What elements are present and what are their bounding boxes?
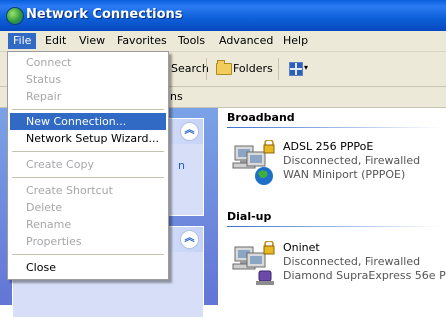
collapse-icon[interactable]: ︽ (180, 230, 199, 249)
menu-item-rename[interactable]: Rename (10, 216, 166, 233)
menu-view[interactable]: View (74, 33, 110, 49)
panel-link-fragment[interactable]: n (178, 159, 185, 172)
address-fragment: ns (170, 90, 183, 103)
menu-item-create-shortcut[interactable]: Create Shortcut (10, 182, 166, 199)
window-title: Network Connections (26, 7, 183, 22)
folder-icon[interactable] (216, 60, 232, 75)
toolbar-separator (206, 58, 207, 80)
menu-item-close[interactable]: Close (10, 259, 166, 276)
menu-separator (12, 177, 164, 178)
connection-device: Diamond SupraExpress 56e PRO (283, 269, 446, 282)
file-menu-dropdown: Connect Status Repair New Connection... … (7, 51, 169, 280)
group-header-broadband: Broadband (227, 111, 295, 124)
menu-item-network-setup-wizard[interactable]: Network Setup Wizard... (10, 130, 166, 147)
title-bar[interactable]: Network Connections (0, 0, 446, 31)
connection-item-adsl[interactable]: ADSL 256 PPPoE Disconnected, Firewalled … (229, 140, 444, 194)
search-button[interactable]: Search (171, 62, 209, 75)
menu-item-new-connection[interactable]: New Connection... (10, 113, 166, 130)
menu-tools[interactable]: Tools (173, 33, 210, 49)
menu-separator (12, 254, 164, 255)
toolbar-separator (278, 58, 279, 80)
connection-status: Disconnected, Firewalled (283, 154, 421, 167)
menu-separator (12, 151, 164, 152)
dialup-connection-icon (232, 241, 275, 285)
broadband-connection-icon (232, 140, 275, 185)
menu-advanced[interactable]: Advanced (214, 33, 278, 49)
menu-item-connect[interactable]: Connect (10, 54, 166, 71)
group-divider (227, 127, 441, 128)
menu-favorites[interactable]: Favorites (112, 33, 172, 49)
collapse-icon[interactable]: ︽ (180, 122, 199, 141)
menu-separator (12, 109, 164, 110)
menu-item-properties[interactable]: Properties (10, 233, 166, 250)
connection-device: WAN Miniport (PPPOE) (283, 168, 406, 181)
menu-item-repair[interactable]: Repair (10, 88, 166, 105)
folders-button[interactable]: Folders (233, 62, 273, 75)
menu-item-status[interactable]: Status (10, 71, 166, 88)
menu-help[interactable]: Help (278, 33, 313, 49)
group-header-dialup: Dial-up (227, 210, 272, 223)
connection-status: Disconnected, Firewalled (283, 255, 421, 268)
menu-item-create-copy[interactable]: Create Copy (10, 156, 166, 173)
connection-item-oninet[interactable]: Oninet Disconnected, Firewalled Diamond … (229, 241, 446, 295)
network-connections-icon (6, 7, 24, 25)
connection-name: ADSL 256 PPPoE (283, 140, 374, 153)
menu-bar: File Edit View Favorites Tools Advanced … (0, 31, 446, 52)
group-divider (227, 226, 441, 227)
views-button[interactable]: ▾ (287, 60, 313, 78)
connections-list: Broadband ADSL 256 PPPoE Disconnected, F… (219, 108, 446, 305)
menu-edit[interactable]: Edit (40, 33, 71, 49)
connection-name: Oninet (283, 241, 320, 254)
menu-file[interactable]: File (8, 33, 37, 49)
dropdown-arrow-icon: ▾ (304, 63, 309, 72)
menu-item-delete[interactable]: Delete (10, 199, 166, 216)
views-grid-icon (289, 62, 303, 76)
